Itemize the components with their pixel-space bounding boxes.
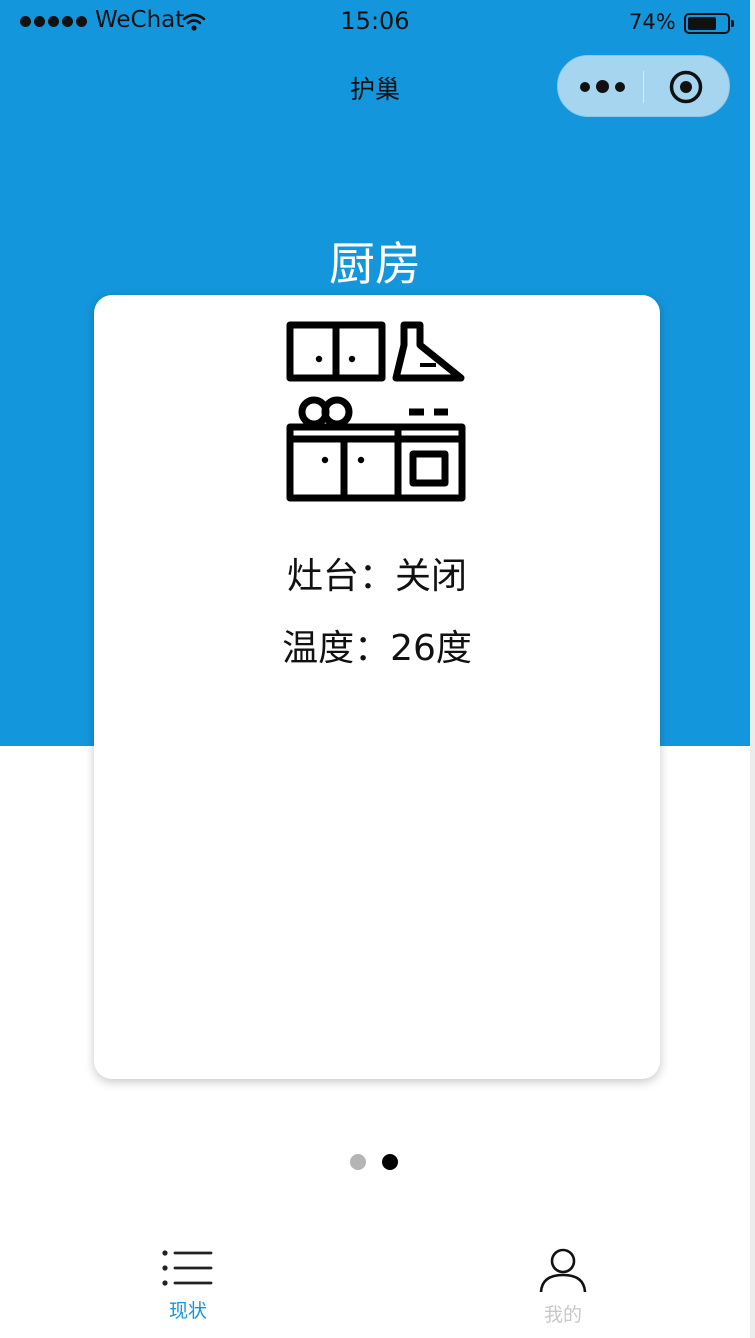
stove-value: 关闭 [395, 556, 468, 597]
more-icon[interactable] [580, 80, 625, 93]
battery-icon [684, 13, 734, 34]
tab-profile[interactable]: 我的 [503, 1248, 623, 1327]
right-edge-strip [750, 0, 755, 1338]
capsule-divider [643, 71, 644, 103]
temperature-value: 26度 [390, 628, 472, 669]
user-icon [539, 1248, 587, 1294]
room-card[interactable]: 灶台：关闭 温度：26度 [94, 295, 660, 1079]
tab-label-profile: 我的 [543, 1304, 582, 1326]
carousel-indicator [350, 1154, 398, 1170]
carousel-dot[interactable] [350, 1154, 366, 1170]
tab-label-status: 现状 [168, 1300, 207, 1322]
temperature-label: 温度： [282, 628, 391, 669]
target-icon[interactable] [668, 69, 704, 105]
tab-status[interactable]: 现状 [128, 1248, 248, 1323]
kitchen-icon [286, 321, 466, 502]
carousel-dot[interactable] [382, 1154, 398, 1170]
list-icon [162, 1250, 213, 1286]
mini-program-capsule [557, 55, 730, 117]
battery-percentage: 74% [629, 10, 676, 34]
room-title: 厨房 [329, 237, 421, 291]
stove-status: 灶台：关闭 [94, 547, 660, 599]
temperature-status: 温度：26度 [94, 619, 660, 671]
status-bar: WeChat 15:06 74% [0, 0, 750, 44]
stove-label: 灶台： [286, 556, 395, 597]
